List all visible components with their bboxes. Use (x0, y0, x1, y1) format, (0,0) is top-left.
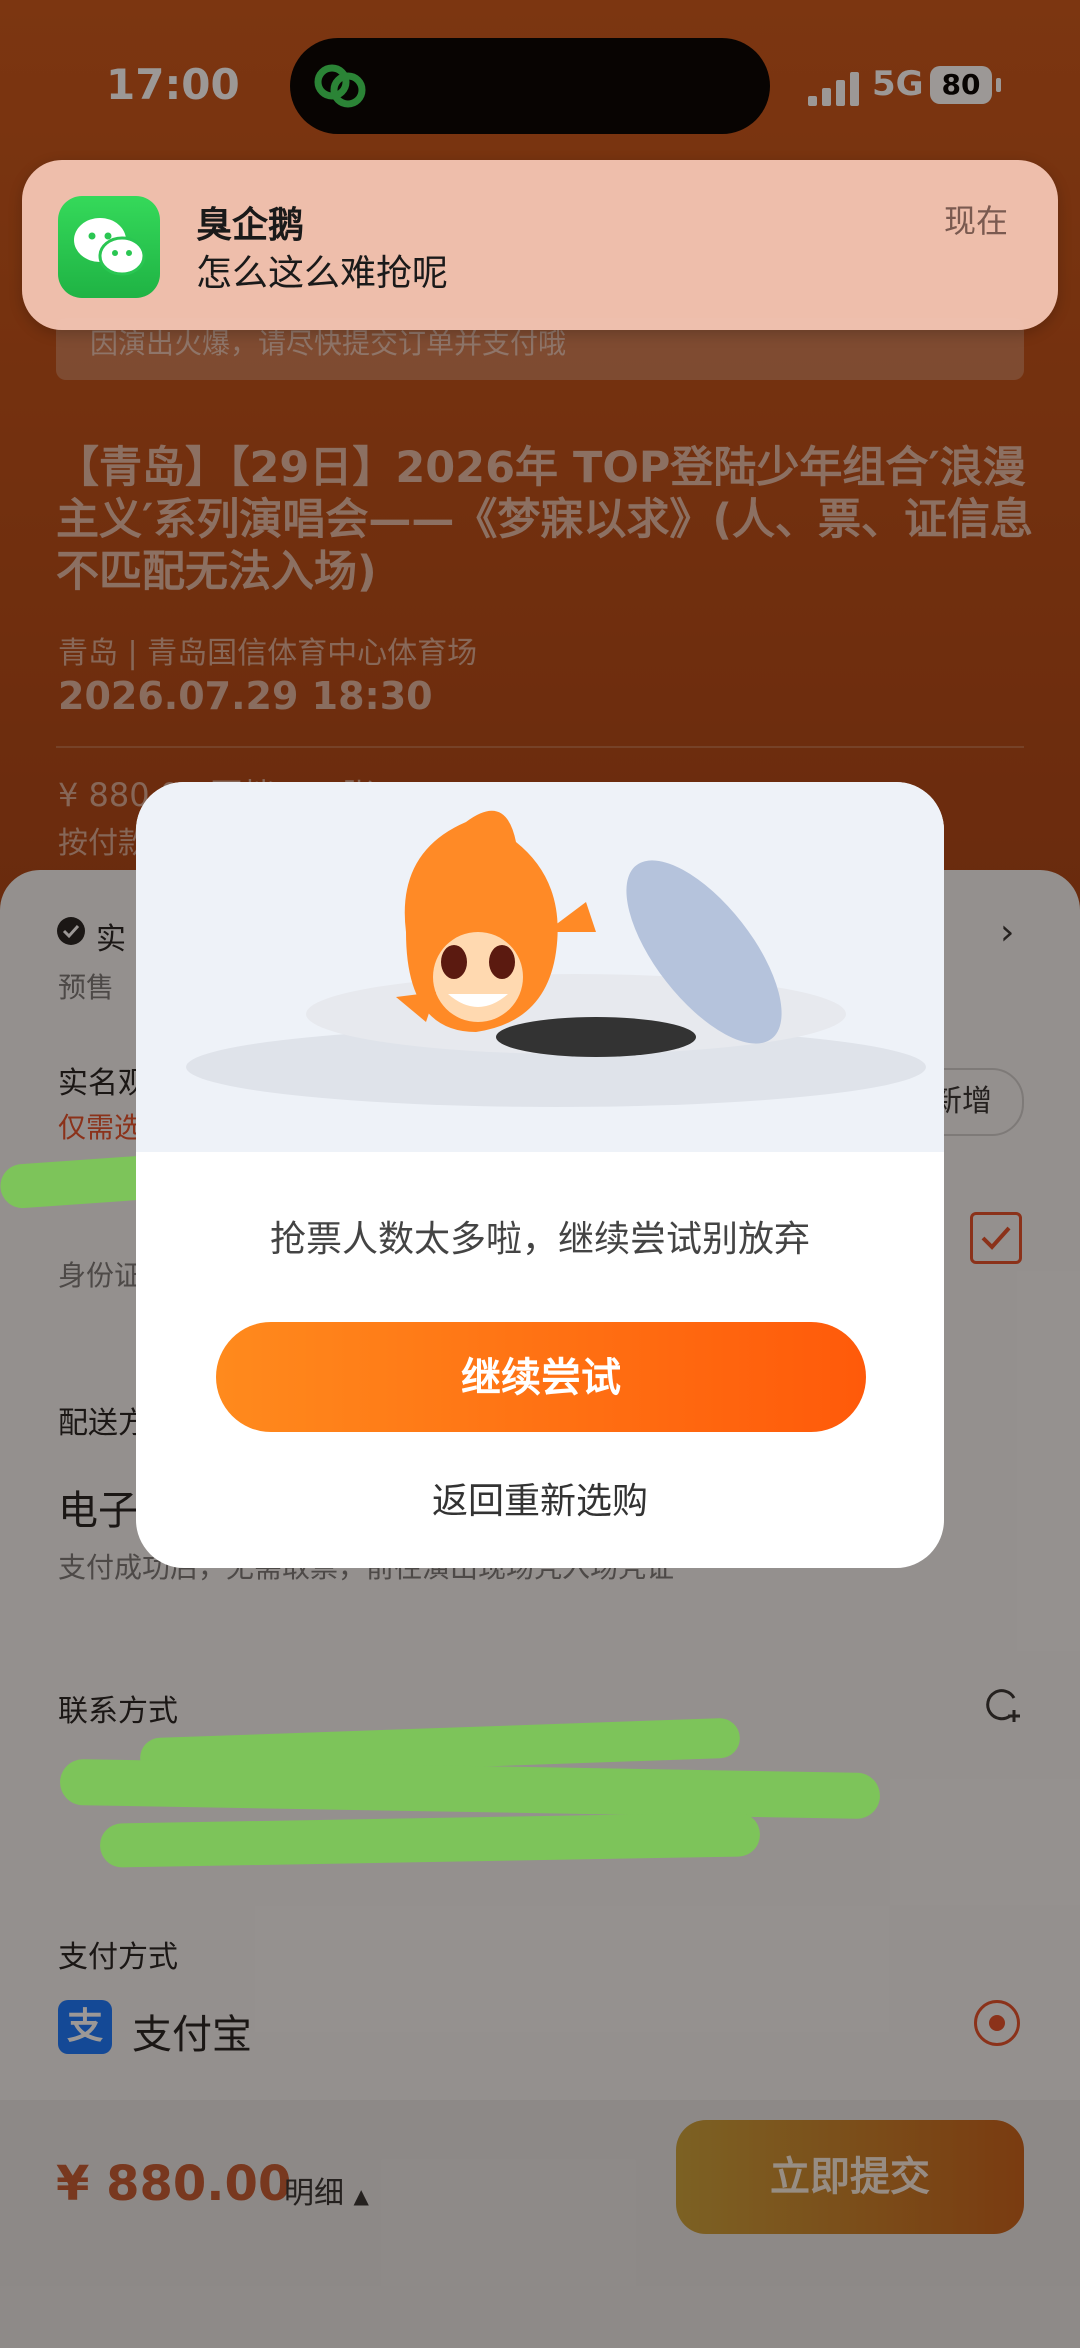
dialog-illustration-area (136, 782, 944, 1152)
dialog-message: 抢票人数太多啦，继续尝试别放弃 (269, 1219, 810, 1260)
mascot-illustration (186, 810, 926, 1107)
back-to-selection-link[interactable]: 返回重新选购 (136, 1472, 944, 1524)
wechat-notification[interactable] (22, 160, 1058, 330)
retry-button[interactable]: 继续尝试 (216, 1322, 866, 1432)
notification-sender: 臭企鹅 (196, 205, 305, 246)
notification-time: 现在 (944, 202, 1009, 240)
notification-message: 怎么这么难抢呢 (196, 253, 449, 294)
wechat-app-icon (58, 196, 160, 298)
